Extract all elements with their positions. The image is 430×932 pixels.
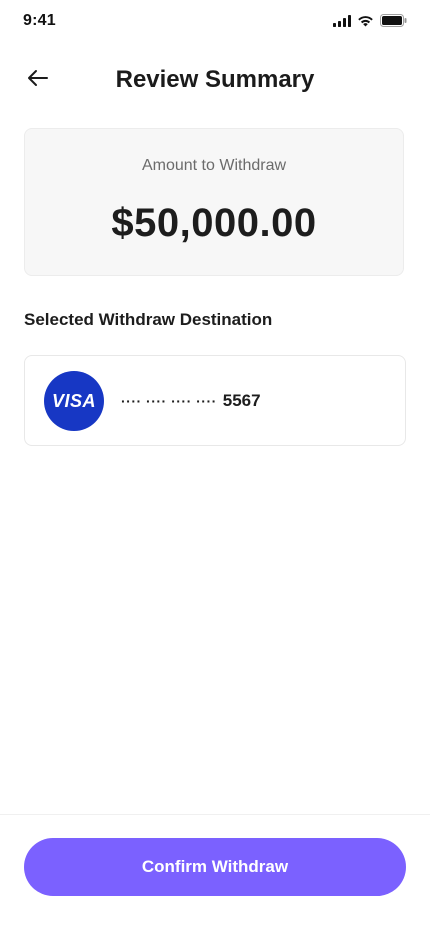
- card-number: ···· ···· ···· ···· 5567: [121, 391, 261, 411]
- bottom-divider: [0, 814, 430, 815]
- card-last4: 5567: [222, 391, 261, 410]
- amount-card: Amount to Withdraw $50,000.00: [24, 128, 404, 276]
- status-bar: 9:41: [0, 0, 430, 44]
- visa-logo: VISA: [44, 371, 104, 431]
- amount-value: $50,000.00: [111, 201, 317, 245]
- destination-section-title: Selected Withdraw Destination: [24, 310, 273, 329]
- header: Review Summary: [0, 56, 430, 106]
- amount-label: Amount to Withdraw: [141, 157, 287, 174]
- review-summary-screen: 9:41 Review Summary Amount to Withdraw $…: [0, 0, 430, 932]
- page-title: Review Summary: [115, 66, 315, 93]
- battery-icon: [380, 14, 407, 32]
- cellular-signal-icon: [333, 14, 351, 32]
- card-number-mask: ···· ···· ···· ····: [121, 393, 217, 409]
- withdraw-destination-card[interactable]: VISA ···· ···· ···· ···· 5567: [24, 355, 406, 446]
- confirm-withdraw-button[interactable]: Confirm Withdraw: [24, 838, 406, 896]
- status-icons: [333, 14, 407, 32]
- card-brand-label: VISA: [51, 390, 96, 411]
- wifi-icon: [357, 14, 374, 32]
- status-time: 9:41: [23, 12, 56, 29]
